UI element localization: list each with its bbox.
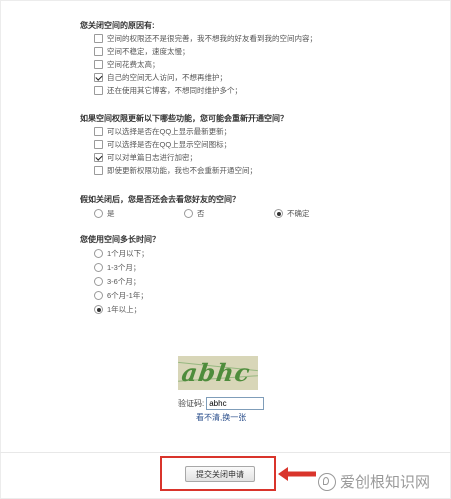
radio[interactable] [94, 291, 103, 300]
checkbox[interactable] [94, 47, 103, 56]
checkbox[interactable] [94, 166, 103, 175]
option-encrypt-blog[interactable]: 可以对单篇日志进行加密； [94, 152, 197, 163]
captcha-label: 验证码: [178, 399, 205, 408]
question-reopen-features-title: 如果空间权限更新以下哪些功能，您可能会重新开通空间？ [80, 114, 288, 123]
submit-close-request-button[interactable]: 提交关闭申请 [185, 466, 255, 482]
option-over-1-year[interactable]: 1年以上； [94, 304, 141, 315]
option-privacy-insufficient[interactable]: 空间的权限还不是很完善，我不想我的好友看到我的空间内容； [94, 33, 317, 44]
option-unstable-slow[interactable]: 空间不稳定，速度太慢； [94, 46, 190, 57]
radio[interactable] [94, 277, 103, 286]
option-yes[interactable]: 是 [94, 208, 115, 219]
radio[interactable] [94, 263, 103, 272]
checkbox[interactable] [94, 140, 103, 149]
checkbox-checked[interactable] [94, 153, 103, 162]
option-6-months-1-year[interactable]: 6个月-1年； [94, 290, 148, 301]
option-not-sure[interactable]: 不确定 [274, 208, 310, 219]
watermark-text: 爱创根知识网 [340, 473, 431, 491]
captcha-row: 验证码: [178, 397, 265, 410]
radio[interactable] [184, 209, 193, 218]
option-no[interactable]: 否 [184, 208, 205, 219]
option-will-not-reopen[interactable]: 即使更新权限功能，我也不会重新开通空间； [94, 165, 257, 176]
checkbox[interactable] [94, 127, 103, 136]
captcha-image: abhc [178, 356, 258, 390]
checkbox-checked[interactable] [94, 73, 103, 82]
question-close-reason-title: 您关闭空间的原因有: [80, 21, 155, 30]
captcha-text: abhc [179, 358, 253, 387]
watermark-logo-icon [318, 472, 336, 491]
radio-checked[interactable] [274, 209, 283, 218]
captcha-input[interactable] [206, 397, 265, 410]
option-show-icon-qq[interactable]: 可以选择是否在QQ上显示空间图标； [94, 139, 231, 150]
question-usage-duration-title: 您使用空间多长时间？ [80, 235, 160, 244]
option-1-3-months[interactable]: 1-3个月； [94, 262, 140, 273]
option-show-updates-qq[interactable]: 可以选择是否在QQ上显示最新更新； [94, 126, 231, 137]
checkbox[interactable] [94, 60, 103, 69]
arrow-left-icon [278, 467, 316, 481]
radio[interactable] [94, 249, 103, 258]
footer-divider [0, 452, 451, 453]
option-cost-too-high[interactable]: 空间花费太高； [94, 59, 160, 70]
watermark: 爱创根知识网 [318, 471, 430, 492]
radio[interactable] [94, 209, 103, 218]
option-3-6-months[interactable]: 3-6个月； [94, 276, 140, 287]
radio-checked[interactable] [94, 305, 103, 314]
checkbox[interactable] [94, 86, 103, 95]
captcha-refresh-link[interactable]: 看不清,换一张 [196, 412, 246, 423]
checkbox[interactable] [94, 34, 103, 43]
question-visit-friends-title: 假如关闭后，您是否还会去看您好友的空间？ [80, 195, 240, 204]
option-under-1-month[interactable]: 1个月以下； [94, 248, 149, 259]
option-other-blog[interactable]: 还在使用其它博客，不想同时维护多个； [94, 85, 242, 96]
option-no-visitors[interactable]: 自己的空间无人访问，不想再维护； [94, 72, 227, 83]
